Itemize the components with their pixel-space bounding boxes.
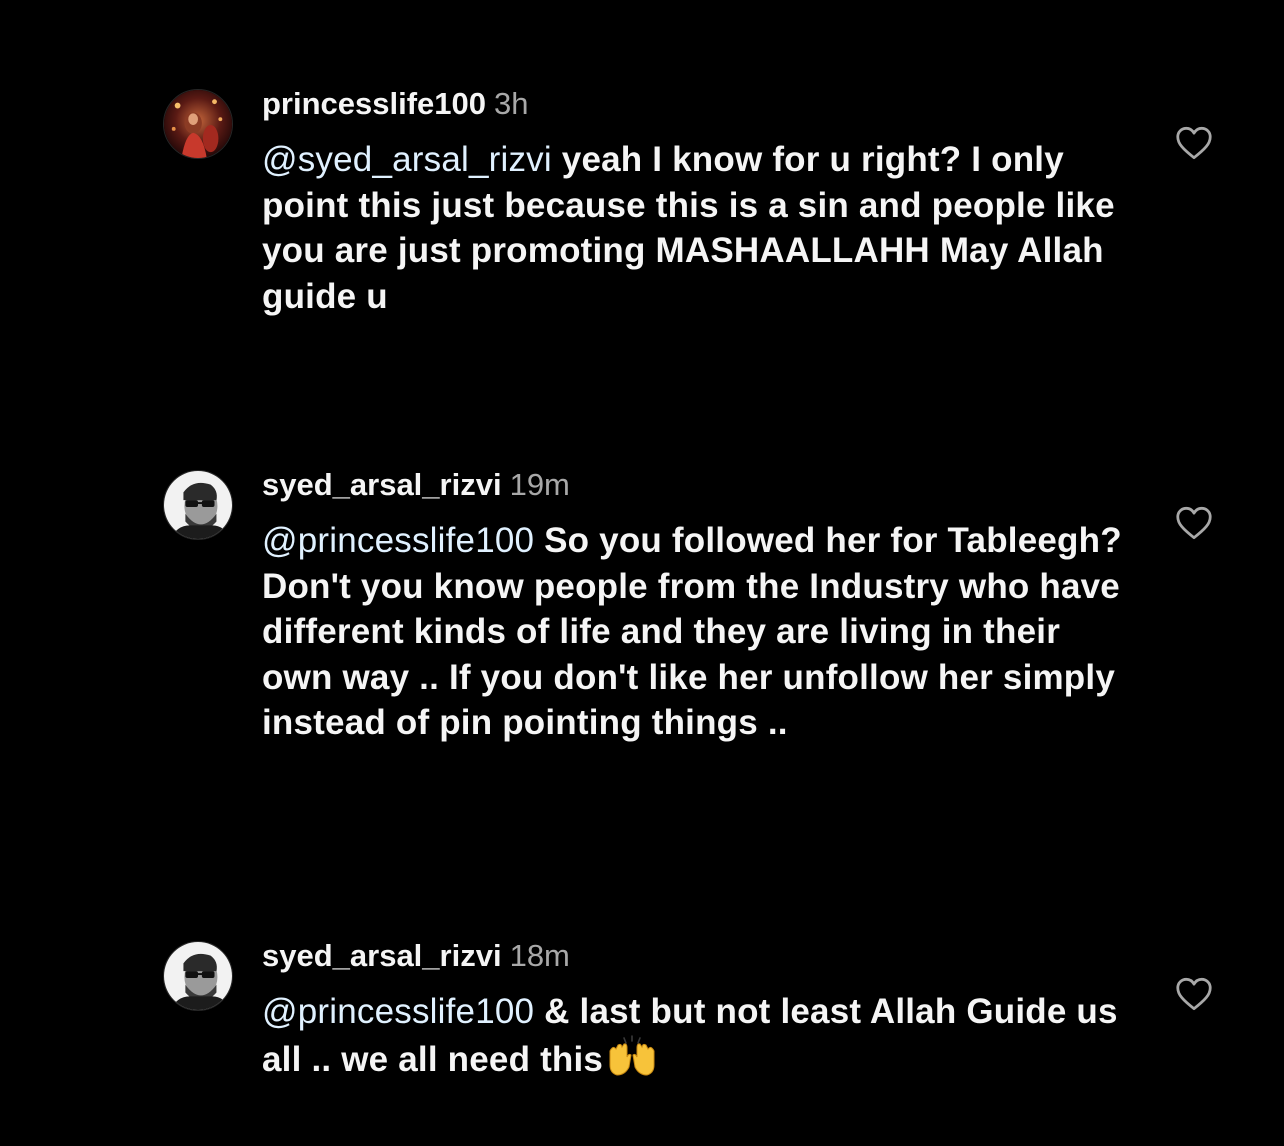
timestamp: 18m: [509, 938, 570, 973]
heart-outline-icon: [1176, 506, 1212, 540]
profile-photo-icon: [164, 471, 232, 539]
like-button[interactable]: [1175, 977, 1213, 1011]
profile-photo-icon: [164, 942, 232, 1010]
username[interactable]: princesslife100: [262, 86, 486, 121]
comment-text: @princesslife100 & last but not least Al…: [262, 989, 1122, 1088]
timestamp: 19m: [509, 467, 570, 502]
heart-outline-icon: [1176, 977, 1212, 1011]
mention-link[interactable]: @syed_arsal_rizvi: [262, 140, 552, 179]
raising-hands-icon: [609, 1034, 655, 1076]
timestamp: 3h: [494, 86, 529, 121]
avatar-syed_arsal_rizvi[interactable]: [163, 470, 233, 540]
heart-outline-icon: [1176, 126, 1212, 160]
comment-meta: princesslife100 3h: [262, 85, 1122, 123]
comment-meta: syed_arsal_rizvi 19m: [262, 466, 1122, 504]
avatar-syed_arsal_rizvi[interactable]: [163, 941, 233, 1011]
mention-link[interactable]: @princesslife100: [262, 992, 534, 1031]
comment-text: @princesslife100 So you followed her for…: [262, 518, 1122, 746]
profile-photo-icon: [164, 90, 232, 158]
like-button[interactable]: [1175, 126, 1213, 160]
comment-meta: syed_arsal_rizvi 18m: [262, 937, 1122, 975]
username[interactable]: syed_arsal_rizvi: [262, 938, 502, 973]
like-button[interactable]: [1175, 506, 1213, 540]
avatar-princesslife100[interactable]: [163, 89, 233, 159]
mention-link[interactable]: @princesslife100: [262, 521, 534, 560]
comment-text: @syed_arsal_rizvi yeah I know for u righ…: [262, 137, 1122, 319]
raising-hands-emoji: [607, 1034, 657, 1089]
username[interactable]: syed_arsal_rizvi: [262, 467, 502, 502]
